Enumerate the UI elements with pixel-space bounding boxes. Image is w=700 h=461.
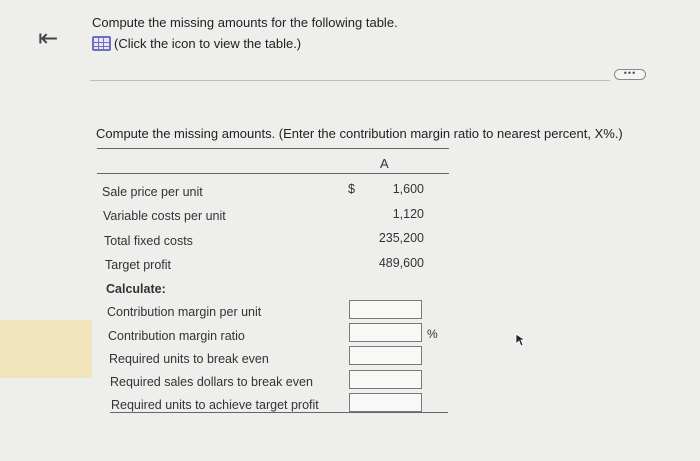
breakeven-sales-input[interactable] (349, 370, 422, 389)
cm-ratio-input[interactable] (349, 323, 422, 342)
row-label-cm-per-unit: Contribution margin per unit (107, 305, 262, 319)
value-target-profit: 489,600 (378, 256, 424, 270)
section-divider (90, 80, 610, 81)
table-top-rule (97, 148, 449, 149)
row-label-sale-price: Sale price per unit (102, 185, 203, 199)
table-grid-icon[interactable] (92, 36, 111, 51)
view-table-link[interactable]: (Click the icon to view the table.) (92, 33, 398, 54)
header-rule (97, 173, 449, 174)
row-label-fixed-costs: Total fixed costs (104, 234, 193, 248)
row-label-breakeven-sales: Required sales dollars to break even (110, 375, 313, 389)
cm-per-unit-input[interactable] (349, 300, 422, 319)
target-units-input[interactable] (349, 393, 422, 412)
row-label-breakeven-units: Required units to break even (109, 352, 269, 366)
row-label-target-units: Required units to achieve target profit (111, 398, 319, 412)
calculate-heading: Calculate: (106, 282, 166, 296)
instructions-text: Compute the missing amounts. (Enter the … (96, 126, 623, 141)
column-header-a: A (380, 156, 389, 171)
back-arrow-icon[interactable]: ⇤ (38, 26, 58, 50)
view-table-label[interactable]: (Click the icon to view the table.) (114, 33, 301, 54)
row-label-variable-costs: Variable costs per unit (103, 209, 226, 223)
value-fixed-costs: 235,200 (378, 231, 424, 245)
row-label-target-profit: Target profit (105, 258, 172, 272)
question-heading: Compute the missing amounts for the foll… (92, 15, 398, 30)
mouse-pointer-icon (515, 333, 527, 347)
percent-sign: % (427, 327, 438, 341)
value-sale-price: 1,600 (392, 182, 424, 196)
value-variable-costs: 1,120 (392, 207, 424, 221)
table-bottom-rule (110, 412, 448, 413)
more-options-button[interactable]: ••• (614, 69, 646, 80)
breakeven-units-input[interactable] (349, 346, 422, 365)
row-highlight (0, 320, 92, 378)
question-intro: Compute the missing amounts for the foll… (92, 12, 398, 54)
row-label-cm-ratio: Contribution margin ratio (108, 329, 245, 343)
